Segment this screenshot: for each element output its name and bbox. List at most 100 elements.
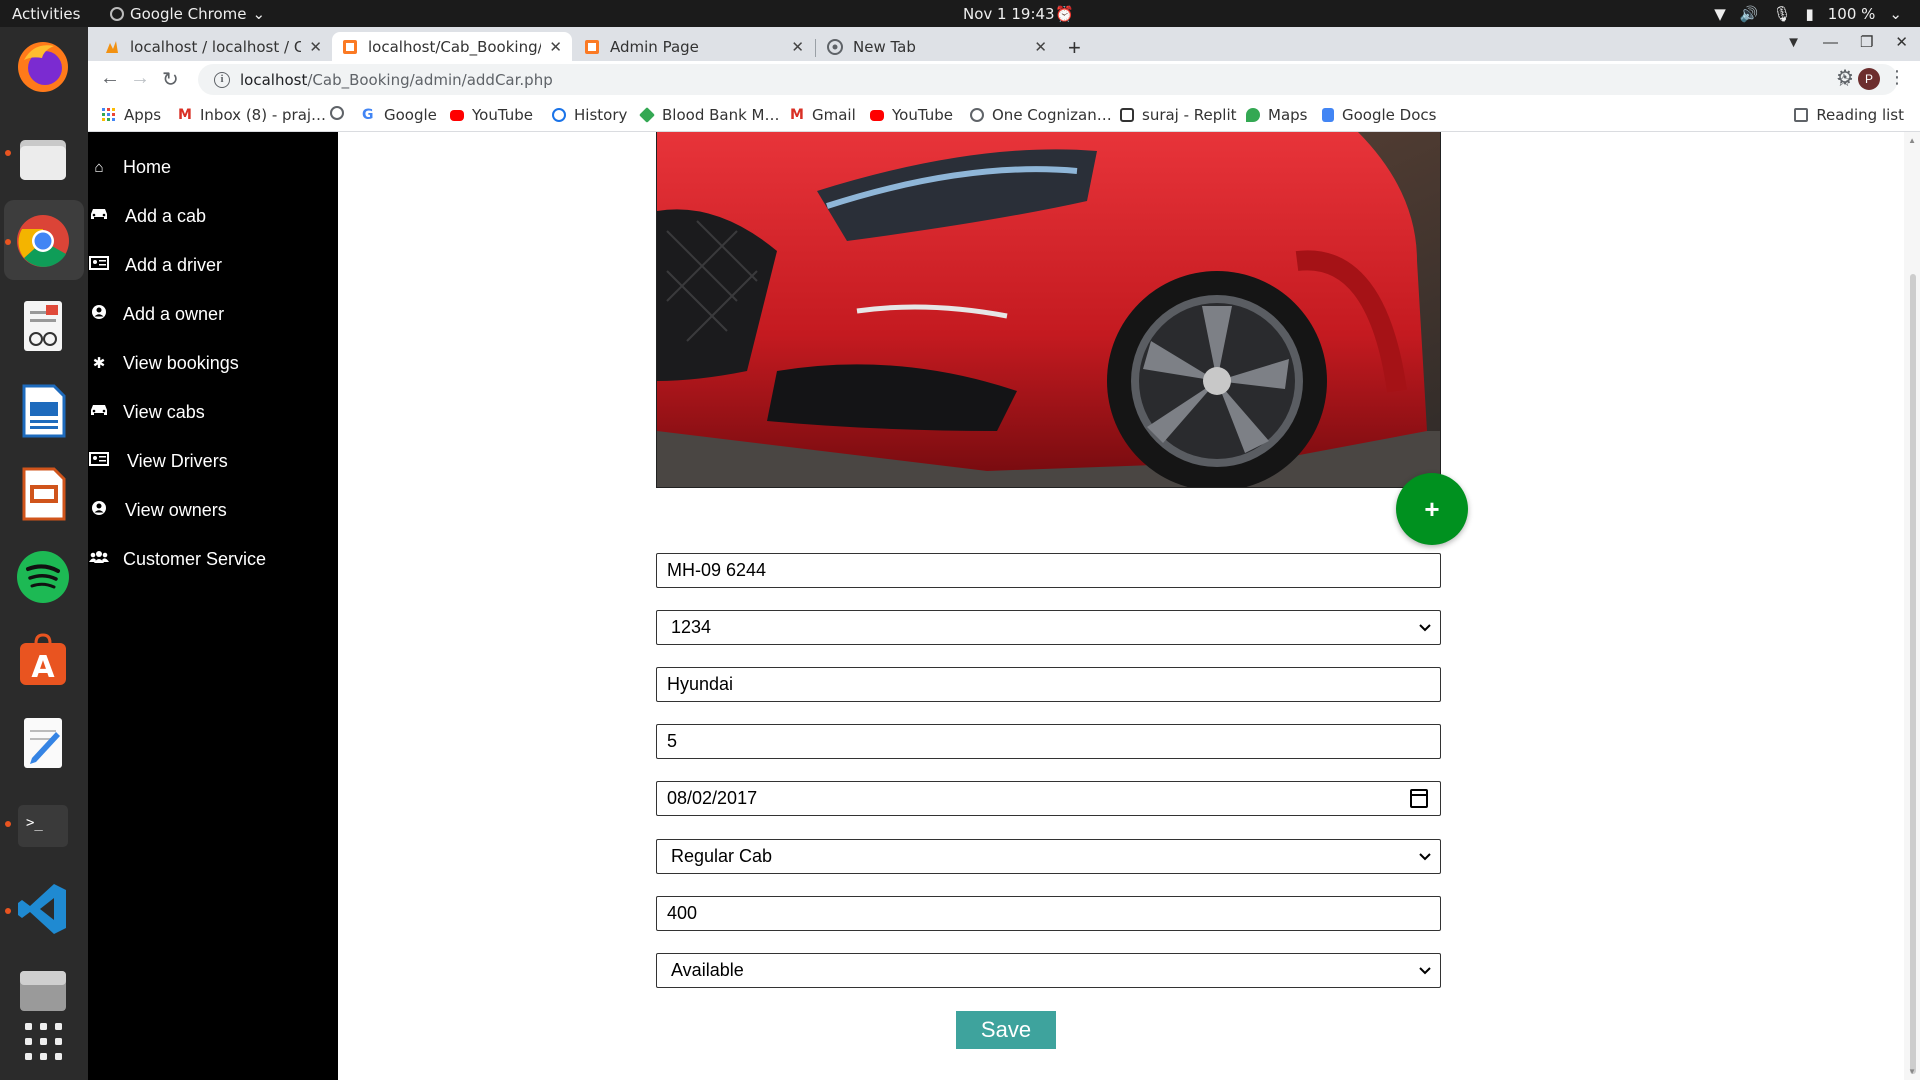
bookmark-replit[interactable]: suraj - Replit [1120, 106, 1237, 124]
bookmark-inbox[interactable]: M Inbox (8) - praj… [178, 106, 326, 124]
dock: A >_ [0, 27, 88, 1080]
page-scrollbar[interactable]: ▲ ▼ [1904, 132, 1920, 1080]
extensions-icon[interactable]: ⚙ [1836, 65, 1854, 90]
sidebar-item-customer-service[interactable]: Customer Service [88, 539, 338, 579]
maximize-icon[interactable]: ❐ [1860, 33, 1873, 51]
bookmark-label: suraj - Replit [1142, 106, 1237, 124]
back-icon[interactable]: ← [100, 67, 120, 90]
scroll-down-icon[interactable]: ▼ [1908, 1067, 1916, 1076]
system-tray[interactable]: ▼ 🔊 🎙 ▮ 100 % ⌄ [1714, 5, 1902, 23]
close-icon[interactable]: ✕ [791, 38, 804, 56]
vscode-icon[interactable] [14, 880, 72, 938]
bookmark-maps[interactable]: Maps [1246, 106, 1307, 124]
sidebar-item-add-cab[interactable]: Add a cab [88, 196, 338, 236]
page-viewport: ⌂ Home Add a cab Add a driver Add a owne… [88, 132, 1920, 1080]
terminal-icon[interactable]: >_ [14, 797, 72, 855]
registration-date-input[interactable]: 08/02/2017 [656, 781, 1441, 816]
app-menu-label: Google Chrome [130, 5, 247, 23]
svg-text:A: A [31, 650, 55, 685]
sidebar-item-add-driver[interactable]: Add a driver [88, 245, 338, 285]
add-image-button[interactable]: + [1396, 473, 1468, 545]
software-center-icon[interactable]: A [14, 631, 72, 689]
company-input[interactable]: Hyundai [656, 667, 1441, 702]
sidebar-item-add-owner[interactable]: Add a owner [88, 294, 338, 334]
battery-icon: ▮ [1805, 5, 1814, 23]
chrome-icon[interactable] [14, 212, 72, 270]
car-number-input[interactable]: MH-09 6244 [656, 553, 1441, 588]
bookmark-globe[interactable] [330, 106, 352, 120]
firefox-icon[interactable] [14, 38, 72, 96]
tab-strip: localhost / localhost / Ca… ✕ localhost/… [88, 27, 1920, 61]
bookmark-youtube[interactable]: YouTube [450, 106, 533, 124]
bookmark-gmail[interactable]: M Gmail [790, 106, 856, 124]
bookmark-label: Apps [124, 106, 162, 124]
sidebar-item-label: Add a cab [125, 205, 207, 226]
reading-list-button[interactable]: Reading list [1794, 106, 1904, 124]
show-applications-icon[interactable] [14, 1012, 72, 1070]
bookmark-apps[interactable]: Apps [102, 106, 161, 124]
files-icon[interactable] [14, 130, 72, 188]
forward-icon[interactable]: → [130, 67, 150, 90]
owner-id-select[interactable]: 1234 [656, 610, 1441, 645]
phpmyadmin-favicon-icon [104, 39, 120, 55]
app-menu[interactable]: Google Chrome ⌄ [110, 5, 265, 23]
libreoffice-writer-icon[interactable] [14, 382, 72, 440]
profile-avatar[interactable]: P [1858, 68, 1880, 90]
kebab-menu-icon[interactable]: ⋮ [1888, 67, 1906, 88]
save-button[interactable]: Save [956, 1011, 1056, 1049]
sidebar-item-label: Add a owner [123, 303, 225, 324]
status-select[interactable]: Available [656, 953, 1441, 988]
sidebar-item-view-bookings[interactable]: ✱ View bookings [88, 343, 338, 383]
calendar-icon[interactable] [1410, 789, 1428, 808]
bookmark-label: Google Docs [1342, 106, 1437, 124]
text-editor-icon[interactable] [14, 714, 72, 772]
spotify-icon[interactable] [14, 548, 72, 606]
chevron-down-icon: ⌄ [1889, 5, 1902, 23]
users-icon [88, 550, 110, 568]
cab-type-select[interactable]: Regular Cab [656, 839, 1441, 874]
sidebar-item-view-cabs[interactable]: View cabs [88, 392, 338, 432]
sidebar-item-home[interactable]: ⌂ Home [88, 147, 338, 187]
gmail-icon: M [178, 107, 192, 123]
bookmark-label: Blood Bank M… [662, 106, 780, 124]
bookmark-blood-bank[interactable]: Blood Bank M… [639, 106, 780, 124]
activities-button[interactable]: Activities [12, 5, 80, 23]
tab-new-tab[interactable]: New Tab ✕ [817, 32, 1057, 61]
sidebar-item-view-drivers[interactable]: View Drivers [88, 441, 338, 481]
close-window-icon[interactable]: ✕ [1895, 33, 1908, 51]
scroll-up-icon[interactable]: ▲ [1908, 136, 1916, 145]
sidebar-item-label: View Drivers [127, 450, 228, 471]
reload-icon[interactable]: ↻ [162, 67, 179, 92]
site-info-icon[interactable]: i [214, 71, 230, 88]
bookmark-google[interactable]: G Google [362, 106, 437, 124]
close-icon[interactable]: ✕ [1034, 38, 1047, 56]
reading-list-icon [1794, 108, 1809, 122]
bookmark-youtube-2[interactable]: YouTube [870, 106, 953, 124]
bookmark-label: History [574, 106, 628, 124]
minimize-icon[interactable]: — [1823, 34, 1838, 51]
close-icon[interactable]: ✕ [309, 38, 322, 56]
bookmark-history[interactable]: History [552, 106, 627, 124]
tab-search-icon[interactable]: ▼ [1786, 34, 1801, 51]
seats-input[interactable]: 5 [656, 724, 1441, 759]
clock[interactable]: Nov 1 19:43 [963, 5, 1055, 23]
asterisk-icon: ✱ [92, 355, 106, 372]
tab-add-car[interactable]: localhost/Cab_Booking/a… ✕ [332, 32, 572, 61]
window-controls: ▼ — ❐ ✕ [1786, 33, 1908, 52]
sidebar-item-view-owners[interactable]: View owners [88, 490, 338, 530]
bookmark-cognizant[interactable]: One Cognizan… [970, 106, 1112, 124]
rate-input[interactable]: 400 [656, 896, 1441, 931]
address-bar[interactable]: i localhost/Cab_Booking/admin/addCar.php… [198, 64, 1898, 95]
close-icon[interactable]: ✕ [549, 38, 562, 56]
bookmark-google-docs[interactable]: Google Docs [1322, 106, 1436, 124]
car-image [656, 132, 1441, 488]
tab-phpmyadmin[interactable]: localhost / localhost / Ca… ✕ [94, 32, 332, 61]
bookmark-label: YouTube [472, 106, 533, 124]
new-tab-button[interactable]: + [1068, 35, 1081, 61]
globe-icon [330, 106, 344, 120]
tab-admin-page[interactable]: Admin Page ✕ [574, 32, 814, 61]
libreoffice-impress-icon[interactable] [14, 465, 72, 523]
sidebar-item-label: Add a driver [125, 254, 223, 275]
document-viewer-icon[interactable] [14, 297, 72, 355]
scrollbar-thumb[interactable] [1910, 274, 1916, 1074]
